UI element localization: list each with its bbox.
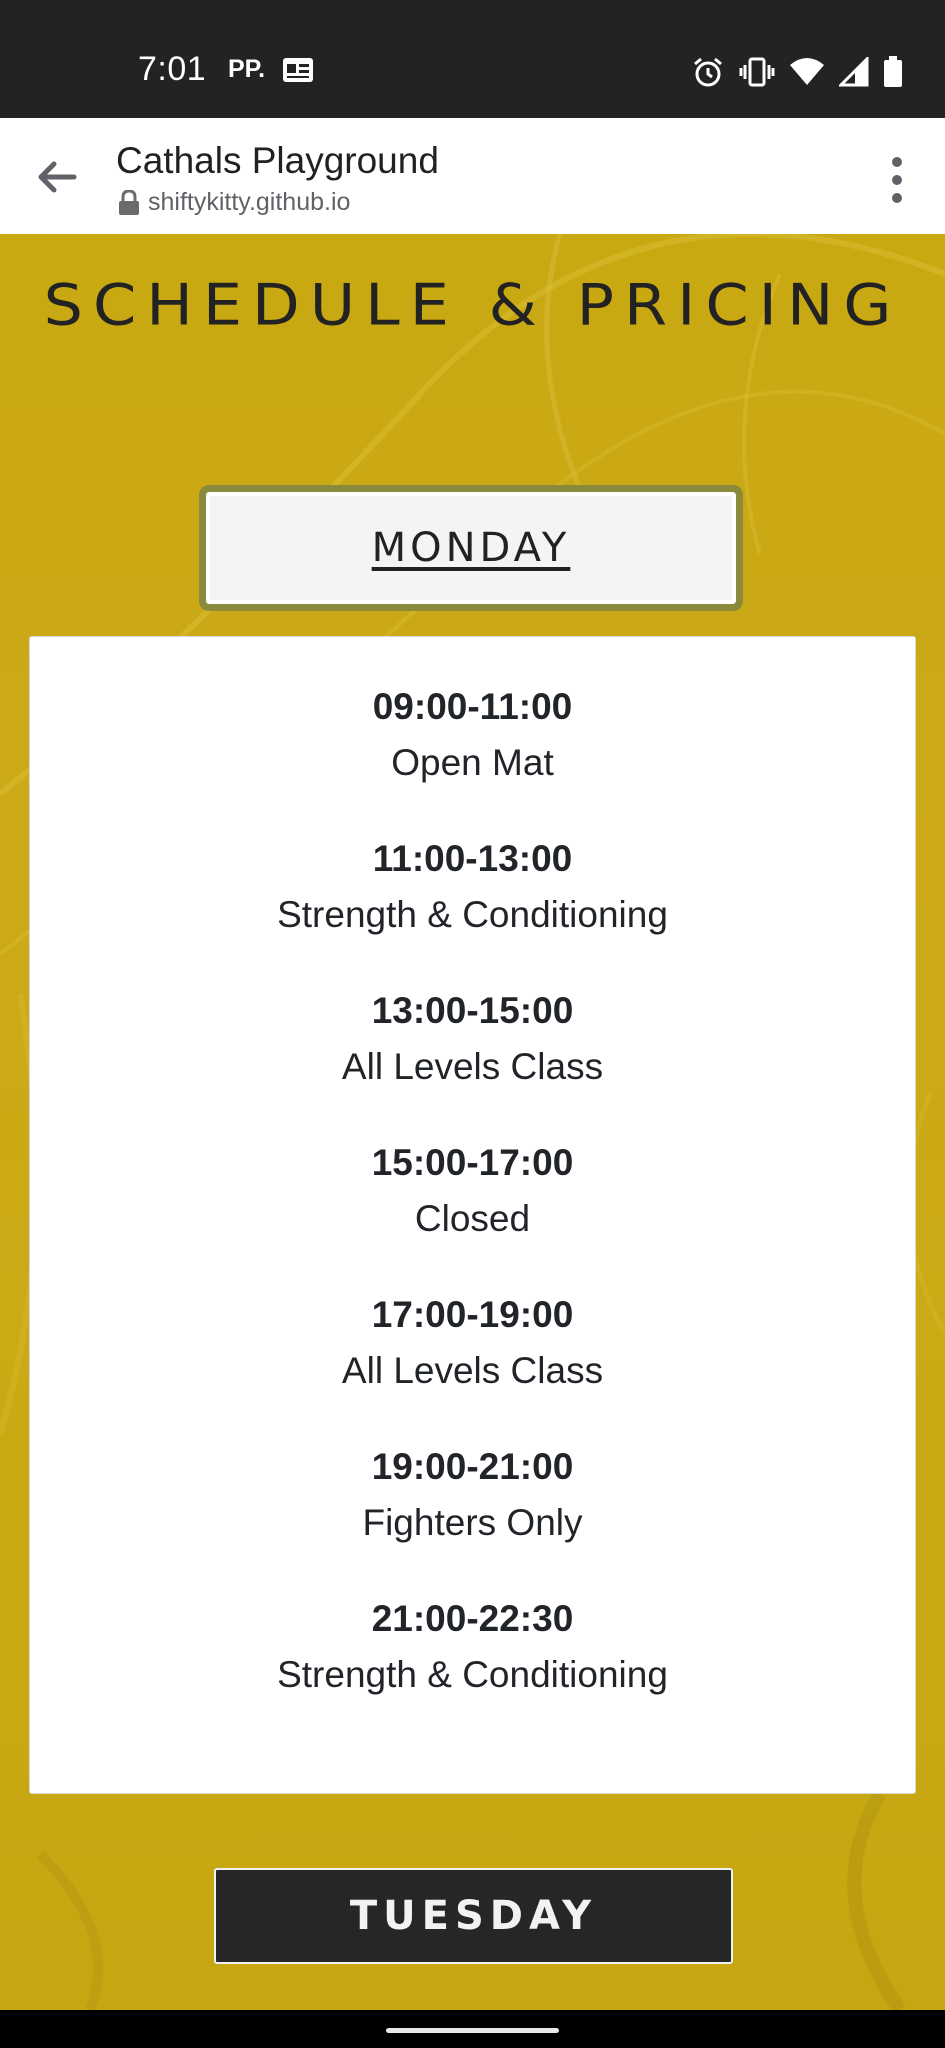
schedule-card: 09:00-11:00 Open Mat 11:00-13:00 Strengt… <box>29 636 916 1794</box>
slot-time: 21:00-22:30 <box>371 1598 574 1639</box>
slot-class: Strength & Conditioning <box>277 894 668 935</box>
slot-time: 13:00-15:00 <box>371 990 574 1031</box>
back-arrow-icon[interactable] <box>28 148 86 206</box>
slot-time: 11:00-13:00 <box>372 838 573 879</box>
browser-toolbar: Cathals Playground shiftykitty.github.io <box>0 118 945 235</box>
day-button-label: MONDAY <box>371 525 571 571</box>
day-button-monday[interactable]: MONDAY <box>199 485 743 611</box>
lock-icon <box>119 189 139 215</box>
slot-class: Fighters Only <box>362 1502 583 1543</box>
message-icon <box>283 58 313 82</box>
url-text: shiftykitty.github.io <box>148 188 351 216</box>
home-gesture-handle[interactable] <box>386 2028 559 2033</box>
schedule-slot: 17:00-19:00 All Levels Class <box>30 1287 915 1399</box>
slot-class: Open Mat <box>391 742 554 783</box>
page-content: SCHEDULE & PRICING MONDAY 09:00-11:00 Op… <box>0 234 945 2010</box>
alarm-icon <box>694 57 722 87</box>
schedule-slot: 09:00-11:00 Open Mat <box>30 679 915 791</box>
url-display[interactable]: shiftykitty.github.io <box>118 188 350 217</box>
navigation-bar <box>0 2010 945 2048</box>
day-button-tuesday[interactable]: TUESDAY <box>214 1868 733 1964</box>
day-button-label: TUESDAY <box>349 1893 598 1939</box>
schedule-slot: 15:00-17:00 Closed <box>30 1135 915 1247</box>
slot-time: 17:00-19:00 <box>371 1294 574 1335</box>
schedule-slot: 13:00-15:00 All Levels Class <box>30 983 915 1095</box>
slot-class: All Levels Class <box>341 1046 604 1087</box>
section-heading: SCHEDULE & PRICING <box>43 270 902 339</box>
slot-time: 19:00-21:00 <box>371 1446 574 1487</box>
slot-time: 09:00-11:00 <box>372 686 573 727</box>
slot-class: Strength & Conditioning <box>277 1654 668 1695</box>
slot-class: Closed <box>414 1198 531 1239</box>
more-vert-icon[interactable] <box>887 154 907 206</box>
slot-time: 15:00-17:00 <box>371 1142 574 1183</box>
wifi-icon <box>790 58 824 85</box>
schedule-slot: 21:00-22:30 Strength & Conditioning <box>30 1591 915 1703</box>
battery-icon <box>884 56 902 87</box>
status-bar: 7:01 PP. <box>0 0 945 118</box>
schedule-slot: 11:00-13:00 Strength & Conditioning <box>30 831 915 943</box>
schedule-slot: 19:00-21:00 Fighters Only <box>30 1439 915 1551</box>
page-title: Cathals Playground <box>116 140 439 181</box>
slot-class: All Levels Class <box>341 1350 604 1391</box>
signal-icon <box>839 57 869 87</box>
status-icons <box>691 52 903 92</box>
status-carrier: PP. <box>228 55 266 83</box>
status-time: 7:01 <box>138 50 207 88</box>
vibrate-icon <box>739 57 775 87</box>
